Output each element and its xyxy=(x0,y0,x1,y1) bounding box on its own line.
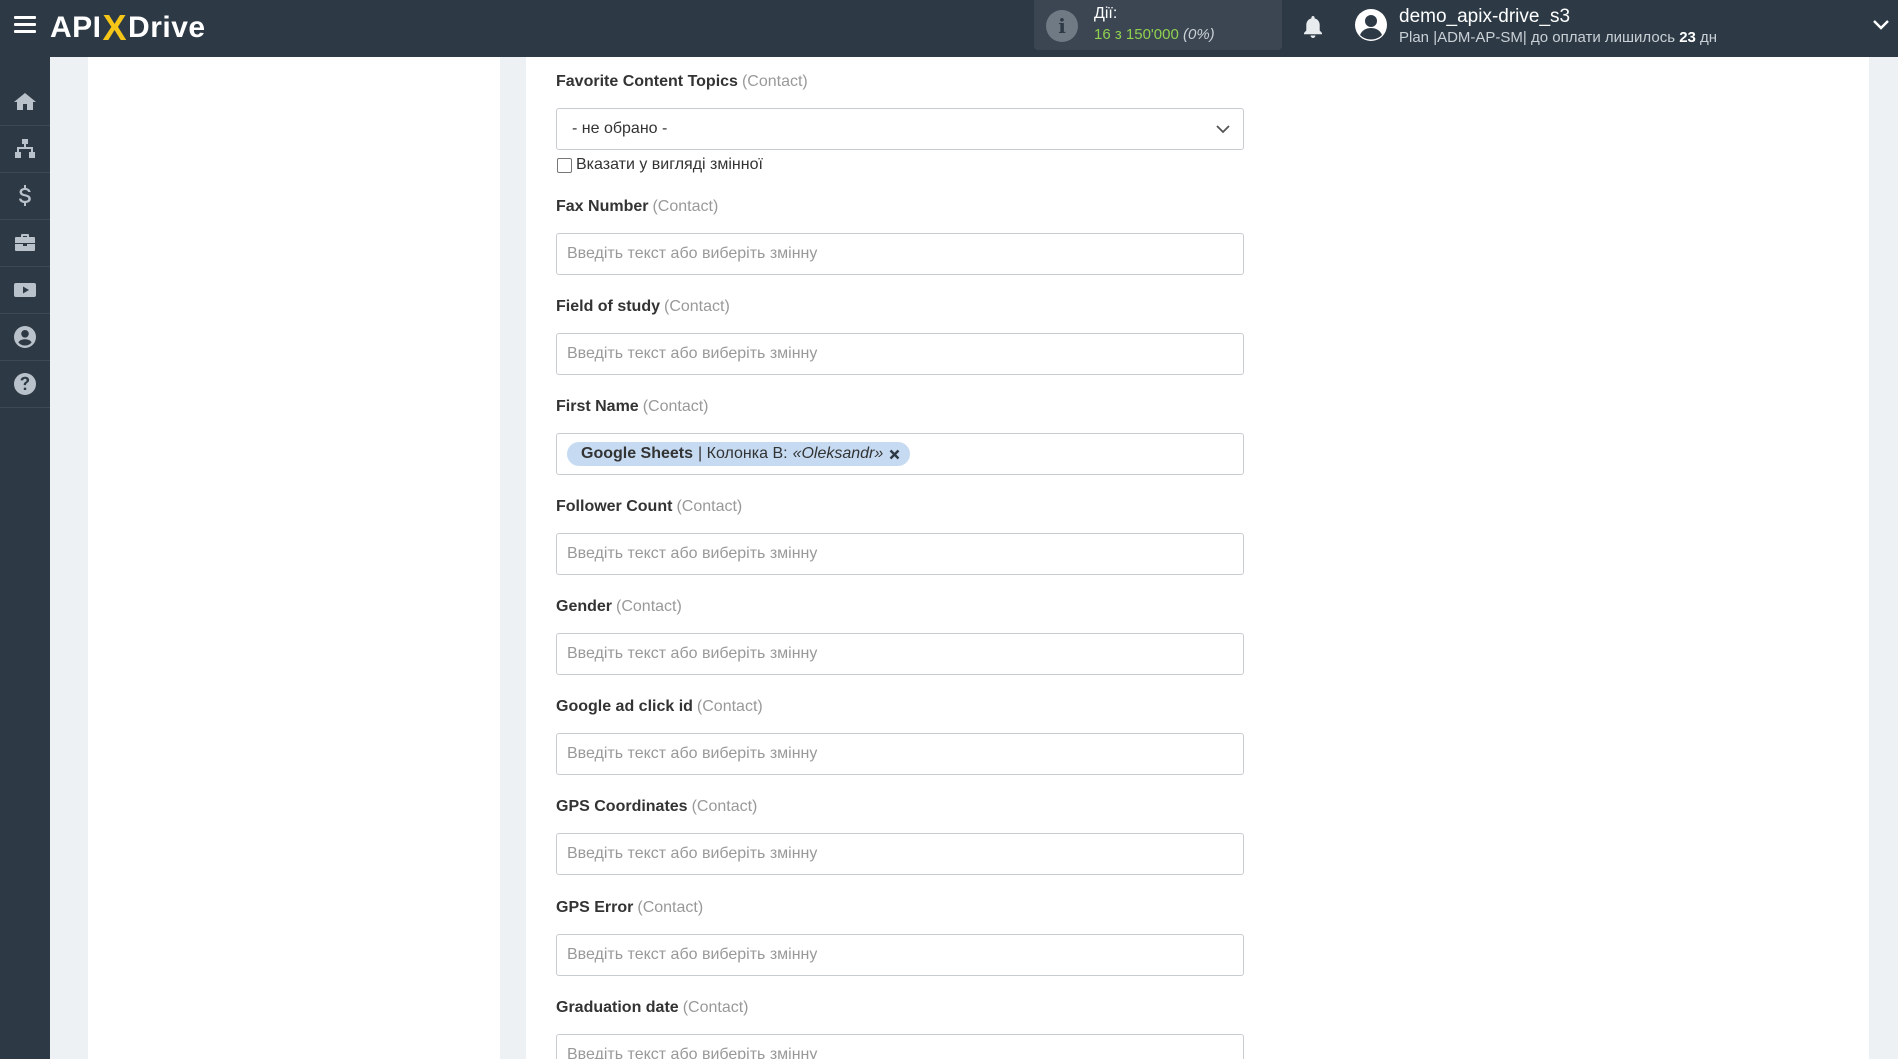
logo-text-left: API xyxy=(50,11,102,44)
sidebar-item-billing[interactable] xyxy=(0,173,50,220)
actions-label: Дії: xyxy=(1094,5,1118,22)
actions-count-percent: (0%) xyxy=(1183,26,1215,43)
field-first-name: First Name (Contact) Google Sheets | Коло… xyxy=(556,397,1244,475)
apixdrive-logo[interactable]: API X Drive xyxy=(50,6,206,50)
field-label: GPS Error (Contact) xyxy=(556,898,1244,918)
user-name[interactable]: demo_apix-drive_s3 xyxy=(1399,6,1570,28)
actions-counter[interactable]: i Дії: 16 з 150'000 (0%) xyxy=(1034,0,1282,50)
logo-text-right: Drive xyxy=(128,11,206,44)
as-variable-checkbox-row: Вказати у вигляді змінної xyxy=(556,156,1244,174)
field-label: Favorite Content Topics (Contact) xyxy=(556,72,1244,92)
field-label-text: Favorite Content Topics xyxy=(556,73,738,90)
as-variable-checkbox-label[interactable]: Вказати у вигляді змінної xyxy=(576,156,763,174)
left-panel xyxy=(88,57,500,1059)
field-label-tag: (Contact) xyxy=(652,198,719,215)
field-gps-error: GPS Error (Contact) xyxy=(556,898,1244,976)
field-label-text: Field of study xyxy=(556,298,660,315)
home-icon xyxy=(14,93,36,110)
favorite-content-topics-select[interactable]: - не обрано - xyxy=(556,108,1244,150)
field-label-text: GPS Error xyxy=(556,899,634,916)
field-label-tag: (Contact) xyxy=(637,899,704,916)
sidebar-item-account[interactable] xyxy=(0,314,50,361)
field-label-text: GPS Coordinates xyxy=(556,798,688,815)
variable-chip[interactable]: Google Sheets | Колонка B: «Oleksandr» xyxy=(567,442,911,466)
field-favorite-content-topics: Favorite Content Topics (Contact) - не об… xyxy=(556,72,1244,174)
remove-chip-icon[interactable] xyxy=(889,449,900,460)
youtube-icon xyxy=(14,283,36,297)
chip-value: «Oleksandr» xyxy=(792,445,884,462)
field-label: Field of study (Contact) xyxy=(556,297,1244,317)
first-name-input[interactable]: Google Sheets | Колонка B: «Oleksandr» xyxy=(556,433,1244,475)
top-bar: API X Drive i Дії: 16 з 150'000 (0%) demo_… xyxy=(0,0,1898,57)
gps-coordinates-input[interactable] xyxy=(556,833,1244,875)
bell-icon[interactable] xyxy=(1301,14,1325,40)
sidebar-item-home[interactable] xyxy=(0,79,50,126)
help-icon xyxy=(14,373,36,395)
logo-text-x: X xyxy=(102,7,128,48)
actions-count: 16 з 150'000 (0%) xyxy=(1094,26,1215,43)
sidebar xyxy=(0,57,50,1059)
sidebar-item-connections[interactable] xyxy=(0,126,50,173)
field-label-text: Google ad click id xyxy=(556,698,693,715)
field-label-tag: (Contact) xyxy=(676,498,743,515)
field-label-text: First Name xyxy=(556,398,639,415)
field-label: Follower Count (Contact) xyxy=(556,497,1244,517)
user-plan-info: Plan |ADM-AP-SM| до оплати лишилось 23 д… xyxy=(1399,29,1717,46)
user-icon xyxy=(14,326,36,348)
field-label-text: Gender xyxy=(556,598,613,615)
chevron-down-icon xyxy=(1216,125,1230,134)
dollar-icon xyxy=(19,185,31,206)
field-label-tag: (Contact) xyxy=(642,398,709,415)
follower-count-input[interactable] xyxy=(556,533,1244,575)
chip-column: | Колонка B: xyxy=(698,445,788,462)
sitemap-icon xyxy=(15,139,35,158)
field-label-tag: (Contact) xyxy=(691,798,758,815)
field-label: Google ad click id (Contact) xyxy=(556,697,1244,717)
sidebar-item-video[interactable] xyxy=(0,267,50,314)
menu-toggle-icon[interactable] xyxy=(14,16,36,34)
field-label-tag: (Contact) xyxy=(682,999,749,1016)
actions-count-value: 16 з 150'000 xyxy=(1094,26,1179,43)
sidebar-item-tools[interactable] xyxy=(0,220,50,267)
user-avatar-icon[interactable] xyxy=(1354,8,1388,42)
field-label: Gender (Contact) xyxy=(556,597,1244,617)
fax-number-input[interactable] xyxy=(556,233,1244,275)
chip-source: Google Sheets xyxy=(581,445,694,462)
plan-days: 23 xyxy=(1679,29,1696,46)
field-gender: Gender (Contact) xyxy=(556,597,1244,675)
field-gps-coordinates: GPS Coordinates (Contact) xyxy=(556,797,1244,875)
chevron-down-icon[interactable] xyxy=(1872,16,1890,34)
field-label-tag: (Contact) xyxy=(664,298,730,315)
field-label: Fax Number (Contact) xyxy=(556,197,1244,217)
field-label-text: Follower Count xyxy=(556,498,673,515)
field-label-tag: (Contact) xyxy=(696,698,763,715)
field-fax-number: Fax Number (Contact) xyxy=(556,197,1244,275)
google-ad-click-id-input[interactable] xyxy=(556,733,1244,775)
info-icon: i xyxy=(1046,10,1078,42)
field-label: First Name (Contact) xyxy=(556,397,1244,417)
field-follower-count: Follower Count (Contact) xyxy=(556,497,1244,575)
gps-error-input[interactable] xyxy=(556,934,1244,976)
field-label: GPS Coordinates (Contact) xyxy=(556,797,1244,817)
plan-text: Plan |ADM-AP-SM| до оплати лишилось xyxy=(1399,29,1676,46)
field-graduation-date: Graduation date (Contact) xyxy=(556,998,1244,1059)
gender-input[interactable] xyxy=(556,633,1244,675)
graduation-date-input[interactable] xyxy=(556,1034,1244,1059)
field-field-of-study: Field of study (Contact) xyxy=(556,297,1244,375)
field-label-tag: (Contact) xyxy=(741,73,808,90)
field-label-text: Graduation date xyxy=(556,999,679,1016)
sidebar-item-help[interactable] xyxy=(0,361,50,408)
plan-days-unit: дн xyxy=(1700,29,1718,46)
field-label-text: Fax Number xyxy=(556,198,649,215)
field-label: Graduation date (Contact) xyxy=(556,998,1244,1018)
briefcase-icon xyxy=(15,234,35,251)
field-google-ad-click-id: Google ad click id (Contact) xyxy=(556,697,1244,775)
select-value: - не обрано - xyxy=(572,120,668,137)
as-variable-checkbox[interactable] xyxy=(557,157,572,173)
field-label-tag: (Contact) xyxy=(616,598,682,615)
field-of-study-input[interactable] xyxy=(556,333,1244,375)
